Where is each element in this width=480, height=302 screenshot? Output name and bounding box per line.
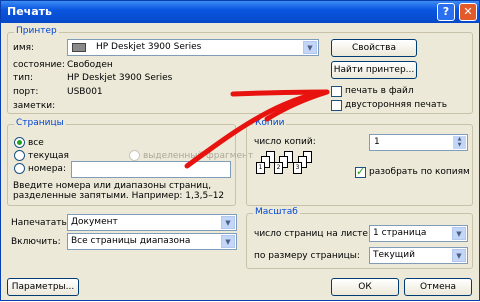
pages-numbers-input[interactable]: [71, 161, 231, 178]
title-bar: Печать ? ✕: [1, 1, 479, 23]
printer-legend: Принтер: [14, 26, 59, 36]
include-select[interactable]: Все страницы диапазона ▼: [67, 233, 237, 250]
pages-numbers-label: номера:: [28, 164, 66, 174]
zoom-legend: Масштаб: [253, 207, 300, 217]
options-button[interactable]: Параметры...: [7, 278, 79, 296]
collate-checkbox[interactable]: [355, 165, 366, 178]
scale-value: Текущий: [373, 250, 415, 260]
pages-selection-label: выделенный фрагмент: [143, 151, 254, 161]
pages-hint: Введите номера или диапазоны страниц, ра…: [13, 181, 225, 201]
help-icon[interactable]: ?: [437, 3, 455, 21]
printer-state-label: состояние:: [13, 60, 65, 70]
chevron-down-icon[interactable]: ▼: [452, 227, 466, 240]
printer-name-value: HP Deskjet 3900 Series: [96, 42, 202, 52]
scale-select[interactable]: Текущий ▼: [369, 247, 468, 264]
pages-legend: Страницы: [14, 118, 66, 128]
pages-current-label: текущая: [28, 151, 69, 161]
chevron-down-icon[interactable]: ▼: [452, 249, 466, 262]
printer-type-value: HP Deskjet 3900 Series: [67, 73, 173, 83]
printer-icon: [72, 43, 86, 52]
printer-name-select[interactable]: HP Deskjet 3900 Series ▼: [67, 39, 319, 56]
window-title: Печать: [7, 5, 52, 18]
duplex-label: двусторонняя печать: [345, 100, 448, 110]
duplex-checkbox[interactable]: [331, 100, 342, 111]
pages-current-radio[interactable]: [14, 150, 25, 161]
collate-illustration: 1 2 3: [253, 151, 323, 197]
pages-all-label: все: [28, 138, 44, 148]
printer-notes-label: заметки:: [13, 101, 56, 111]
chevron-down-icon[interactable]: ▼: [221, 235, 235, 248]
include-value: Все страницы диапазона: [71, 236, 191, 246]
printer-port-value: USB001: [67, 87, 103, 97]
printer-name-label: имя:: [13, 43, 35, 53]
ok-button[interactable]: ОК: [331, 278, 399, 296]
pages-selection-radio[interactable]: [129, 150, 140, 161]
chevron-down-icon[interactable]: ▼: [303, 41, 317, 54]
pages-numbers-radio[interactable]: [14, 163, 25, 174]
print-to-file-label: печать в файл: [345, 86, 414, 96]
pages-all-radio[interactable]: [14, 137, 25, 148]
include-label: Включить:: [11, 237, 61, 247]
print-dialog: Печать ? ✕ Принтер имя: HP Deskjet 3900 …: [0, 0, 480, 301]
print-what-value: Документ: [71, 217, 118, 227]
copies-count-spinner[interactable]: 1 ▲ ▼: [369, 134, 468, 151]
properties-button[interactable]: Свойства: [331, 39, 417, 57]
collate-page-3c: 3: [293, 162, 302, 174]
printer-type-label: тип:: [13, 73, 34, 83]
collate-page-2c: 2: [274, 162, 283, 174]
print-what-select[interactable]: Документ ▼: [67, 214, 237, 231]
copies-count-label: число копий:: [254, 137, 316, 147]
printer-port-label: порт:: [13, 87, 39, 97]
print-to-file-checkbox[interactable]: [331, 86, 342, 97]
copies-legend: Копии: [253, 118, 287, 128]
pages-per-sheet-label: число страниц на листе:: [254, 229, 371, 239]
find-printer-button[interactable]: Найти принтер...: [331, 61, 417, 79]
spinner-arrows-icon[interactable]: ▲ ▼: [453, 136, 466, 149]
collate-page-1c: 1: [256, 162, 265, 174]
chevron-down-icon[interactable]: ▼: [221, 216, 235, 229]
cancel-button[interactable]: Отмена: [404, 278, 472, 296]
printer-state-value: Свободен: [67, 60, 113, 70]
close-icon[interactable]: ✕: [459, 3, 477, 21]
pages-per-sheet-select[interactable]: 1 страница ▼: [369, 225, 468, 242]
pages-per-sheet-value: 1 страница: [373, 228, 427, 238]
collate-label: разобрать по копиям: [369, 167, 470, 177]
copies-count-value: 1: [374, 137, 380, 147]
scale-label: по размеру страницы:: [254, 251, 360, 261]
print-what-label: Напечатать:: [11, 218, 70, 228]
